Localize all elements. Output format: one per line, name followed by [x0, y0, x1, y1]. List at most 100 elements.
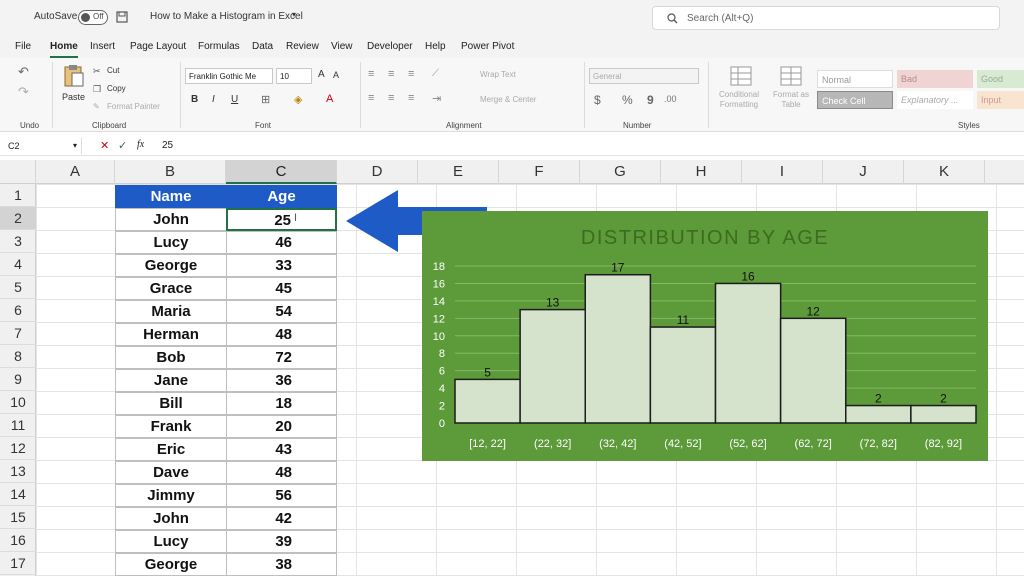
table-cell-age[interactable]: 20	[226, 415, 337, 438]
align-left-icon[interactable]: ≡	[368, 92, 374, 104]
table-cell-name[interactable]: Bob	[115, 346, 227, 369]
align-right-icon[interactable]: ≡	[408, 92, 414, 104]
copy-label[interactable]: Copy	[107, 84, 126, 93]
row-header[interactable]: 4	[0, 253, 36, 276]
table-cell-name[interactable]: John	[115, 208, 227, 231]
tab-developer[interactable]: Developer	[367, 41, 413, 52]
style-check-cell[interactable]: Check Cell	[817, 91, 893, 109]
percent-button[interactable]: %	[622, 93, 633, 107]
align-bottom-icon[interactable]: ≡	[408, 68, 414, 80]
table-header-name[interactable]: Name	[115, 185, 227, 208]
table-cell-age[interactable]: 54	[226, 300, 337, 323]
align-top-icon[interactable]: ≡	[368, 68, 374, 80]
style-input[interactable]: Input	[977, 91, 1024, 109]
cut-label[interactable]: Cut	[107, 66, 119, 75]
fill-color-icon[interactable]: ◈	[294, 93, 302, 106]
row-header[interactable]: 14	[0, 483, 36, 506]
conditional-formatting-icon[interactable]	[730, 66, 752, 86]
table-cell-age-active[interactable]: 25	[226, 208, 337, 231]
orientation-icon[interactable]: ⟋	[432, 68, 439, 79]
table-cell-age[interactable]: 18	[226, 392, 337, 415]
table-cell-name[interactable]: John	[115, 507, 227, 530]
column-header-b[interactable]: B	[115, 160, 226, 184]
underline-button[interactable]: U	[231, 94, 238, 105]
table-cell-name[interactable]: Herman	[115, 323, 227, 346]
font-name-select[interactable]: Franklin Gothic Me	[185, 68, 273, 84]
column-header-c[interactable]: C	[226, 160, 337, 184]
table-cell-name[interactable]: Dave	[115, 461, 227, 484]
tab-insert[interactable]: Insert	[90, 41, 115, 52]
row-header[interactable]: 1	[0, 184, 36, 207]
table-cell-age[interactable]: 45	[226, 277, 337, 300]
format-as-table-label[interactable]: Format as Table	[768, 90, 814, 110]
style-explanatory[interactable]: Explanatory ...	[897, 91, 973, 109]
table-cell-age[interactable]: 33	[226, 254, 337, 277]
table-cell-name[interactable]: Frank	[115, 415, 227, 438]
row-header[interactable]: 17	[0, 552, 36, 575]
column-header-d[interactable]: D	[337, 160, 418, 184]
search-box[interactable]: Search (Alt+Q)	[652, 6, 1000, 30]
table-cell-name[interactable]: Jimmy	[115, 484, 227, 507]
align-center-icon[interactable]: ≡	[388, 92, 394, 104]
bold-button[interactable]: B	[191, 94, 198, 105]
row-header[interactable]: 2	[0, 207, 36, 230]
save-icon[interactable]	[116, 11, 128, 23]
borders-icon[interactable]: ⊞	[261, 93, 270, 106]
column-header-j[interactable]: J	[823, 160, 904, 184]
name-box[interactable]: C2 ▾	[4, 138, 82, 154]
italic-button[interactable]: I	[212, 94, 215, 105]
table-cell-name[interactable]: Lucy	[115, 530, 227, 553]
row-header[interactable]: 16	[0, 529, 36, 552]
autosave-toggle[interactable]: Off	[78, 10, 108, 25]
insert-function-icon[interactable]: fx	[137, 139, 144, 150]
table-cell-name[interactable]: George	[115, 553, 227, 576]
table-cell-age[interactable]: 43	[226, 438, 337, 461]
style-normal[interactable]: Normal	[817, 70, 893, 88]
number-format-select[interactable]: General	[589, 68, 699, 84]
table-cell-name[interactable]: Maria	[115, 300, 227, 323]
chevron-down-icon[interactable]: ▾	[292, 10, 296, 19]
format-painter-icon[interactable]: ✎	[93, 102, 100, 111]
tab-formulas[interactable]: Formulas	[198, 41, 240, 52]
chevron-down-icon[interactable]: ▾	[73, 141, 77, 150]
table-cell-name[interactable]: George	[115, 254, 227, 277]
copy-icon[interactable]: ❐	[93, 84, 101, 95]
tab-view[interactable]: View	[331, 41, 353, 52]
row-header[interactable]: 9	[0, 368, 36, 391]
style-good[interactable]: Good	[977, 70, 1024, 88]
column-header-h[interactable]: H	[661, 160, 742, 184]
increase-font-icon[interactable]: A	[318, 69, 325, 80]
tab-file[interactable]: File	[15, 41, 31, 52]
table-header-age[interactable]: Age	[226, 185, 337, 208]
select-all-corner[interactable]	[0, 160, 36, 184]
tab-home[interactable]: Home	[50, 41, 78, 58]
column-header-a[interactable]: A	[36, 160, 115, 184]
table-cell-name[interactable]: Eric	[115, 438, 227, 461]
table-cell-name[interactable]: Lucy	[115, 231, 227, 254]
tab-data[interactable]: Data	[252, 41, 273, 52]
paste-label[interactable]: Paste	[62, 92, 85, 102]
conditional-formatting-label[interactable]: Conditional Formatting	[714, 90, 764, 110]
font-size-select[interactable]: 10	[276, 68, 312, 84]
cut-icon[interactable]: ✂	[93, 66, 101, 77]
undo-icon[interactable]: ↶	[18, 64, 29, 80]
row-header[interactable]: 5	[0, 276, 36, 299]
formula-input[interactable]: 25	[162, 140, 173, 151]
wrap-text-button[interactable]: Wrap Text	[480, 70, 516, 79]
row-header[interactable]: 15	[0, 506, 36, 529]
document-title[interactable]: How to Make a Histogram in Excel	[150, 11, 303, 22]
row-header[interactable]: 7	[0, 322, 36, 345]
table-cell-age[interactable]: 36	[226, 369, 337, 392]
table-cell-age[interactable]: 48	[226, 323, 337, 346]
column-header-k[interactable]: K	[904, 160, 985, 184]
table-cell-age[interactable]: 48	[226, 461, 337, 484]
row-header[interactable]: 6	[0, 299, 36, 322]
histogram-chart[interactable]: DISTRIBUTION BY AGE 0 2 4 6 8 10 12 14 16 18 5 13 1…	[422, 211, 988, 461]
enter-icon[interactable]: ✓	[118, 139, 127, 152]
table-cell-age[interactable]: 46	[226, 231, 337, 254]
column-header-e[interactable]: E	[418, 160, 499, 184]
row-header[interactable]: 3	[0, 230, 36, 253]
row-header[interactable]: 12	[0, 437, 36, 460]
row-header[interactable]: 11	[0, 414, 36, 437]
currency-button[interactable]: $	[594, 93, 601, 107]
